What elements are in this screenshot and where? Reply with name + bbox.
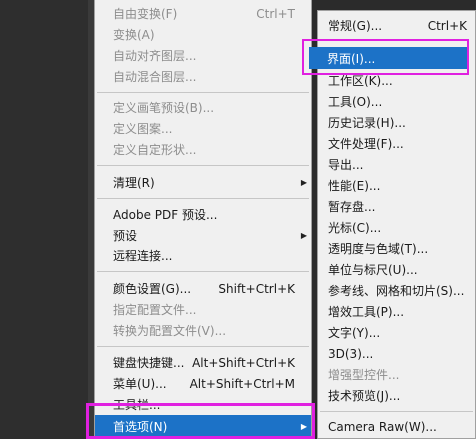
submenu-item-file-handling[interactable]: 文件处理(F)... (318, 133, 475, 154)
menu-item-define-custom-shape[interactable]: 定义自定形状... (95, 139, 311, 160)
menu-item-presets[interactable]: 预设 ▶ (95, 225, 311, 246)
menu-item-menus[interactable]: 菜单(U)... Alt+Shift+Ctrl+M (95, 373, 311, 394)
submenu-item-cursors[interactable]: 光标(C)... (318, 217, 475, 238)
menu-item-label: 增强型控件... (328, 368, 400, 382)
menu-item-label: 首选项(N) (113, 419, 168, 434)
canvas-background (0, 0, 88, 439)
submenu-arrow-icon: ▶ (300, 421, 307, 431)
menu-item-label: 技术预览(J)... (328, 389, 401, 403)
menu-item-label: 工具(O)... (328, 95, 383, 109)
submenu-item-performance[interactable]: 性能(E)... (318, 175, 475, 196)
submenu-arrow-icon: ▶ (300, 178, 307, 187)
menu-item-toolbar[interactable]: 工具栏... (95, 394, 311, 415)
submenu-item-3d[interactable]: 3D(3)... (318, 343, 475, 364)
menu-item-shortcut: Alt+Shift+Ctrl+K (192, 355, 295, 370)
menu-item-label: 自由变换(F) (113, 7, 178, 21)
menu-item-label: 参考线、网格和切片(S)... (328, 284, 465, 298)
submenu-item-tools[interactable]: 工具(O)... (318, 91, 475, 112)
menu-item-label: 自动对齐图层... (113, 49, 197, 63)
menu-item-define-brush-preset[interactable]: 定义画笔预设(B)... (95, 97, 311, 118)
menu-item-label: 远程连接... (113, 249, 173, 263)
menu-item-label: 性能(E)... (328, 179, 381, 193)
menu-item-label: 透明度与色域(T)... (328, 242, 429, 256)
menu-item-transform[interactable]: 变换(A) (95, 24, 311, 45)
menu-item-shortcut: Shift+Ctrl+K (218, 281, 295, 296)
menu-item-auto-blend-layers[interactable]: 自动混合图层... (95, 66, 311, 87)
preferences-submenu: 常规(G)... Ctrl+K 工作区(K)... 工具(O)... 历史记录(… (317, 10, 476, 439)
menu-item-label: Adobe PDF 预设... (113, 208, 218, 222)
submenu-item-type[interactable]: 文字(Y)... (318, 322, 475, 343)
menu-item-shortcut: Ctrl+T (256, 6, 295, 21)
menu-item-label: 定义图案... (113, 122, 173, 136)
menu-item-label: 暂存盘... (328, 200, 376, 214)
menu-item-label: 增效工具(P)... (328, 305, 405, 319)
submenu-item-technology-previews[interactable]: 技术预览(J)... (318, 385, 475, 406)
menu-item-assign-profile[interactable]: 指定配置文件... (95, 299, 311, 320)
menu-item-define-pattern[interactable]: 定义图案... (95, 118, 311, 139)
menu-item-color-settings[interactable]: 颜色设置(G)... Shift+Ctrl+K (95, 278, 311, 299)
submenu-item-history-log[interactable]: 历史记录(H)... (318, 112, 475, 133)
menu-item-label: 单位与标尺(U)... (328, 263, 418, 277)
menu-item-label: 菜单(U)... (113, 377, 167, 391)
menu-item-label: 光标(C)... (328, 221, 382, 235)
submenu-item-export[interactable]: 导出... (318, 154, 475, 175)
menu-item-label: 界面(I)... (327, 51, 376, 66)
menu-separator (97, 92, 309, 93)
menu-item-remote-connections[interactable]: 远程连接... (95, 245, 311, 266)
menu-item-label: 历史记录(H)... (328, 116, 406, 130)
menu-item-label: 变换(A) (113, 28, 155, 42)
menu-item-preferences[interactable]: 首选项(N) ▶ (95, 415, 311, 437)
menu-item-convert-to-profile[interactable]: 转换为配置文件(V)... (95, 320, 311, 341)
submenu-item-general[interactable]: 常规(G)... Ctrl+K (318, 15, 475, 36)
menu-item-adobe-pdf-presets[interactable]: Adobe PDF 预设... (95, 204, 311, 225)
menu-item-label: 定义画笔预设(B)... (113, 101, 215, 115)
menu-separator (320, 411, 473, 412)
menu-item-label: 清理(R) (113, 176, 155, 190)
menu-separator (97, 271, 309, 272)
menu-item-label: 文字(Y)... (328, 326, 381, 340)
submenu-item-guides-grid-slices[interactable]: 参考线、网格和切片(S)... (318, 280, 475, 301)
menu-item-label: 工作区(K)... (328, 74, 393, 88)
menu-item-purge[interactable]: 清理(R) ▶ (95, 172, 311, 193)
submenu-item-enhanced-controls[interactable]: 增强型控件... (318, 364, 475, 385)
menu-item-shortcut: Ctrl+K (427, 18, 467, 33)
menu-item-auto-align-layers[interactable]: 自动对齐图层... (95, 45, 311, 66)
menu-item-label: 预设 (113, 229, 138, 243)
submenu-item-transparency-gamut[interactable]: 透明度与色域(T)... (318, 238, 475, 259)
submenu-item-workspace[interactable]: 工作区(K)... (318, 70, 475, 91)
menu-separator (97, 346, 309, 347)
menu-item-label: 文件处理(F)... (328, 137, 404, 151)
edit-menu: 自由变换(F) Ctrl+T 变换(A) 自动对齐图层... 自动混合图层...… (94, 0, 312, 439)
menu-item-label: 常规(G)... (328, 19, 383, 33)
submenu-arrow-icon: ▶ (300, 231, 307, 240)
menu-item-label: 工具栏... (113, 398, 161, 412)
menu-separator (97, 198, 309, 199)
menu-item-label: 定义自定形状... (113, 143, 197, 157)
submenu-item-plugins[interactable]: 增效工具(P)... (318, 301, 475, 322)
submenu-item-camera-raw[interactable]: Camera Raw(W)... (318, 416, 475, 437)
submenu-item-scratch-disks[interactable]: 暂存盘... (318, 196, 475, 217)
menu-item-label: 转换为配置文件(V)... (113, 324, 227, 338)
menu-item-free-transform[interactable]: 自由变换(F) Ctrl+T (95, 3, 311, 24)
submenu-item-units-rulers[interactable]: 单位与标尺(U)... (318, 259, 475, 280)
menu-item-label: 指定配置文件... (113, 303, 197, 317)
menu-item-label: 颜色设置(G)... (113, 282, 192, 296)
menu-item-keyboard-shortcuts[interactable]: 键盘快捷键... Alt+Shift+Ctrl+K (95, 352, 311, 373)
menu-item-label: 3D(3)... (328, 346, 374, 361)
menu-separator (97, 165, 309, 166)
menu-item-label: 导出... (328, 158, 364, 172)
menu-item-label: Camera Raw(W)... (328, 419, 437, 434)
menu-item-label: 自动混合图层... (113, 70, 197, 84)
menu-item-label: 键盘快捷键... (113, 356, 185, 370)
menu-item-shortcut: Alt+Shift+Ctrl+M (189, 376, 295, 391)
